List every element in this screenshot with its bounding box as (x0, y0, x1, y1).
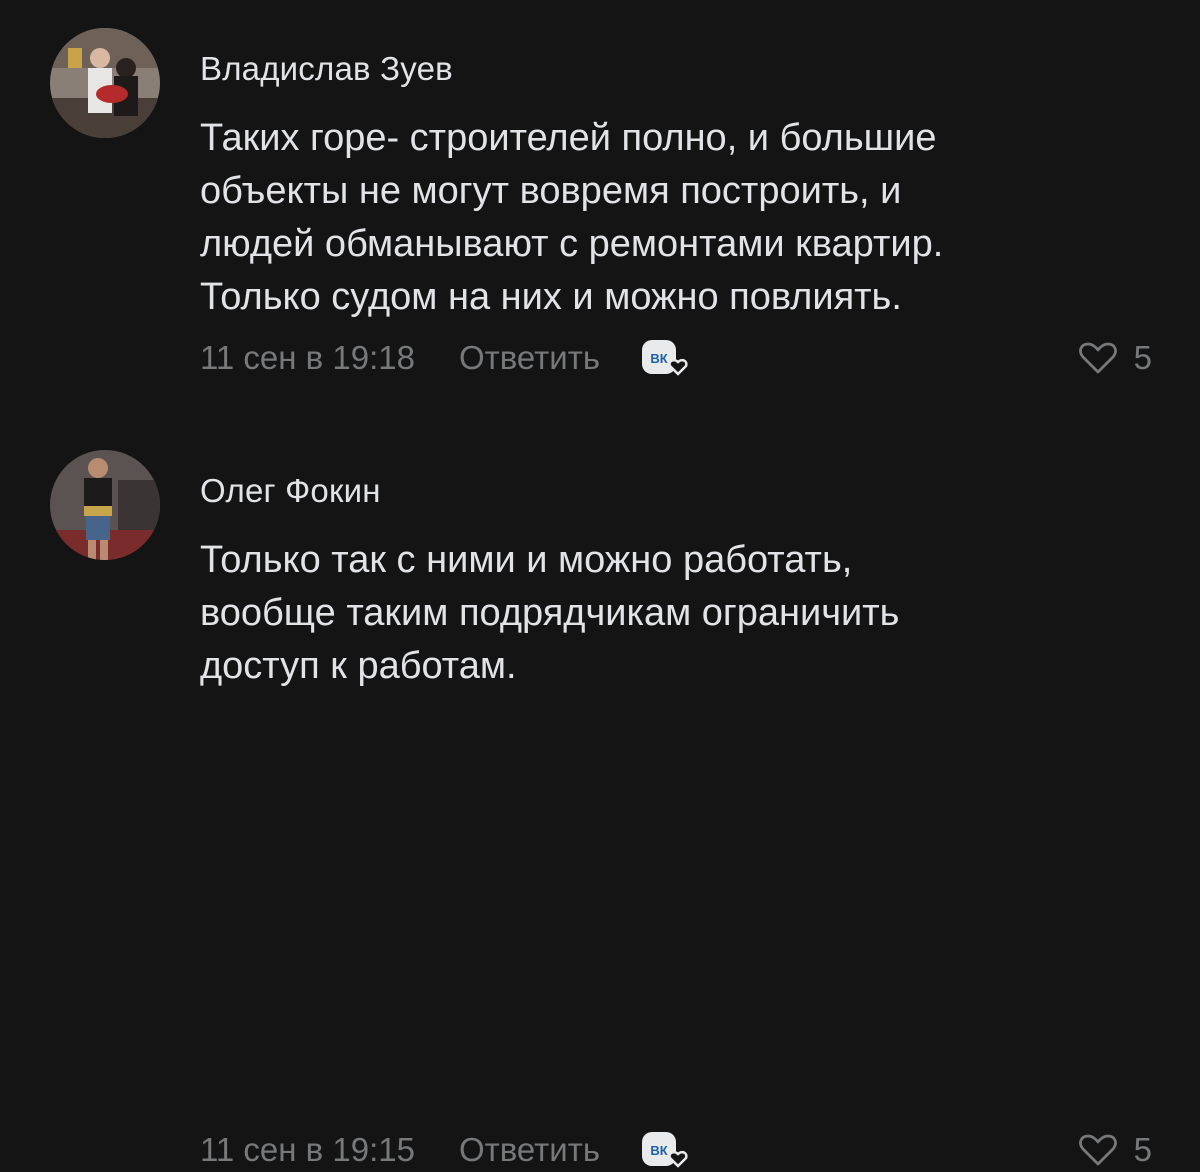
svg-text:ВК: ВК (650, 1143, 667, 1158)
comment-text: Только так с ними и можно работать, вооб… (200, 534, 1160, 693)
heart-outline-icon (1078, 342, 1117, 374)
comment-meta: 11 сен в 19:18 Ответить ВК (200, 336, 694, 380)
like-button[interactable]: 5 (1078, 336, 1152, 380)
comment-text-line: вообще таким подрядчикам ограничить (200, 592, 900, 634)
svg-text:ВК: ВК (650, 351, 667, 366)
comment-text-line: людей обманывают с ремонтами квартир. (200, 223, 944, 265)
comment-text-line: объекты не могут вовремя построить, и (200, 170, 902, 212)
comment-text-line: доступ к работам. (200, 645, 517, 687)
comment-timestamp: 11 сен в 19:15 (200, 1131, 415, 1168)
comment-timestamp: 11 сен в 19:18 (200, 339, 415, 376)
author-name[interactable]: Олег Фокин (200, 472, 381, 510)
vk-reaction-icon[interactable]: ВК (638, 336, 694, 380)
comment-text-line: Только так с ними и можно работать, (200, 539, 853, 581)
like-button[interactable]: 5 (1078, 1128, 1152, 1172)
likes-count: 5 (1133, 1131, 1152, 1168)
comment-text: Таких горе- строителей полно, и большие … (200, 112, 1160, 324)
reply-button[interactable]: Ответить (459, 1131, 600, 1169)
vk-reaction-icon[interactable]: ВК (638, 1128, 694, 1172)
heart-outline-icon (1078, 1134, 1117, 1166)
likes-count: 5 (1133, 339, 1152, 376)
avatar[interactable] (50, 28, 160, 138)
avatar[interactable] (50, 450, 160, 560)
reply-button[interactable]: Ответить (459, 339, 600, 377)
author-name[interactable]: Владислав Зуев (200, 50, 453, 88)
comment-text-line: Таких горе- строителей полно, и большие (200, 117, 937, 159)
comment-meta: 11 сен в 19:15 Ответить ВК (200, 1128, 694, 1172)
comment-text-line: Только судом на них и можно повлиять. (200, 276, 902, 318)
